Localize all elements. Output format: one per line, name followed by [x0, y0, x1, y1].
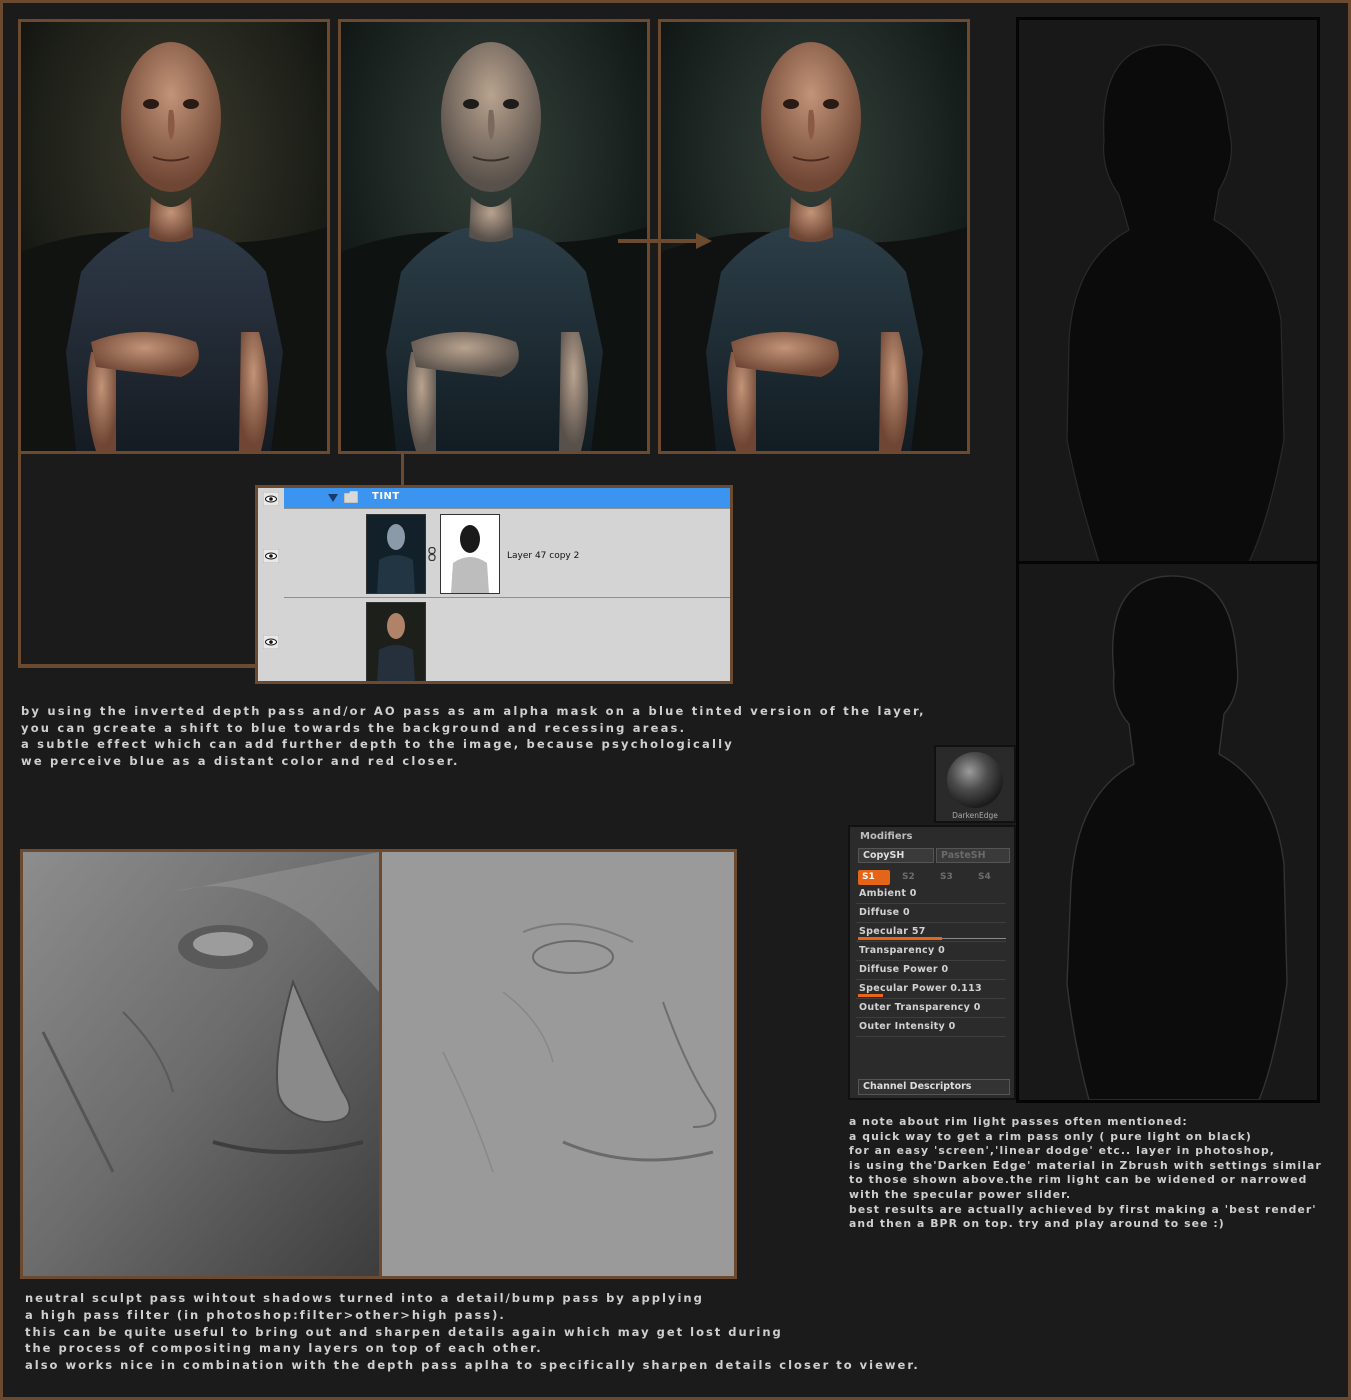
rim-pass-top: [1016, 17, 1320, 565]
slot-s1-button[interactable]: S1: [858, 870, 890, 885]
paste-sh-button[interactable]: PasteSH: [936, 848, 1010, 863]
rim-light-note: a note about rim light passes often ment…: [849, 1115, 1322, 1231]
visibility-column: [258, 488, 285, 681]
sculpt-comparison-panel: [20, 849, 737, 1279]
outer-transparency-slider[interactable]: Outer Transparency 0: [856, 999, 1006, 1018]
photoshop-layers-panel: TINT Layer 47 copy 2: [255, 485, 733, 684]
chain-link-icon[interactable]: [428, 547, 436, 561]
modifiers-title: Modifiers: [860, 831, 913, 842]
transparency-slider[interactable]: Transparency 0: [856, 942, 1006, 961]
zbrush-modifiers-panel: Modifiers CopySH PasteSH S1 S2 S3 S4 Amb…: [848, 825, 1016, 1100]
layer-mask-thumbnail[interactable]: [440, 514, 500, 594]
channel-descriptors-button[interactable]: Channel Descriptors: [858, 1079, 1010, 1095]
arrow-right-icon: [618, 233, 712, 249]
slot-s4-button[interactable]: S4: [978, 872, 991, 882]
material-sphere-icon: [947, 752, 1003, 808]
diffuse-slider[interactable]: Diffuse 0: [856, 904, 1006, 923]
specular-slider-fill: [858, 937, 942, 940]
ambient-slider[interactable]: Ambient 0: [856, 885, 1006, 904]
slot-s2-button[interactable]: S2: [902, 872, 915, 882]
specular-slider-track: [942, 938, 1006, 939]
triangle-down-icon[interactable]: [328, 494, 338, 502]
layer-row[interactable]: [284, 598, 730, 681]
specular-slider[interactable]: Specular 57: [856, 923, 1006, 942]
layer-group-name: TINT: [372, 491, 400, 502]
outer-intensity-slider[interactable]: Outer Intensity 0: [856, 1018, 1006, 1037]
layer-name: Layer 47 copy 2: [507, 551, 580, 561]
rim-pass-bottom: [1016, 561, 1320, 1103]
tint-caption: by using the inverted depth pass and/or …: [21, 704, 926, 768]
specular-power-slider-fill: [858, 994, 883, 997]
layer-thumbnail: [366, 514, 426, 594]
layer-thumbnail: [366, 602, 426, 681]
sculpt-caption: neutral sculpt pass wihtout shadows turn…: [25, 1291, 920, 1373]
connector-line: [18, 454, 21, 668]
specular-power-slider[interactable]: Specular Power 0.113: [856, 980, 1006, 999]
eye-icon[interactable]: [263, 635, 279, 649]
portrait-blue-tint: [338, 19, 650, 454]
copy-sh-button[interactable]: CopySH: [858, 848, 934, 863]
eye-icon[interactable]: [263, 549, 279, 563]
layer-group-row[interactable]: TINT: [284, 488, 730, 509]
layer-row[interactable]: Layer 47 copy 2: [284, 509, 730, 598]
material-name: DarkenEdge: [952, 811, 998, 820]
folder-icon: [344, 491, 358, 503]
eye-icon[interactable]: [263, 492, 279, 506]
diffuse-power-slider[interactable]: Diffuse Power 0: [856, 961, 1006, 980]
slot-s3-button[interactable]: S3: [940, 872, 953, 882]
portrait-original: [18, 19, 330, 454]
material-thumbnail[interactable]: DarkenEdge: [934, 745, 1016, 823]
